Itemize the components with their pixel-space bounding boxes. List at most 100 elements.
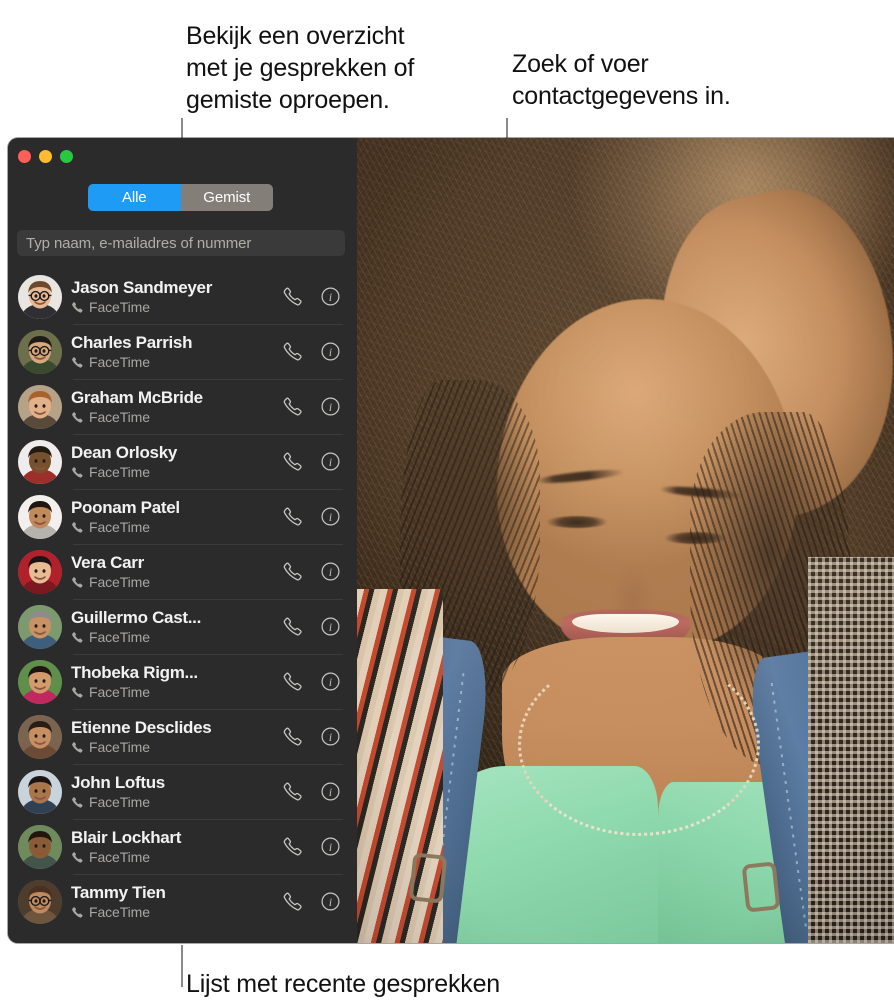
phone-handset-icon[interactable] — [282, 451, 303, 472]
contact-service: FaceTime — [71, 629, 282, 645]
phone-handset-icon[interactable] — [282, 616, 303, 637]
contact-row[interactable]: Etienne Desclides FaceTime i — [8, 709, 357, 764]
row-actions: i — [282, 561, 341, 582]
contact-name: Graham McBride — [71, 388, 203, 407]
info-circle-icon[interactable]: i — [320, 506, 341, 527]
contact-row[interactable]: Charles Parrish FaceTime i — [8, 324, 357, 379]
contact-name: Blair Lockhart — [71, 828, 182, 847]
phone-handset-icon[interactable] — [282, 671, 303, 692]
phone-handset-icon[interactable] — [282, 286, 303, 307]
segment-missed[interactable]: Gemist — [180, 184, 273, 211]
row-separator — [73, 324, 343, 325]
row-actions: i — [282, 836, 341, 857]
contact-details: Dean Orlosky FaceTime — [71, 443, 282, 480]
svg-text:i: i — [329, 732, 332, 744]
svg-text:i: i — [329, 347, 332, 359]
contact-name: Thobeka Rigm... — [71, 663, 198, 682]
recent-calls-list[interactable]: Jason Sandmeyer FaceTime i Charles Parri… — [8, 269, 357, 929]
phone-icon — [71, 301, 84, 314]
info-circle-icon[interactable]: i — [320, 891, 341, 912]
row-separator — [73, 764, 343, 765]
call-filter-segmented-control[interactable]: Alle Gemist — [88, 184, 273, 211]
service-label: FaceTime — [89, 849, 150, 865]
contact-row[interactable]: Jason Sandmeyer FaceTime i — [8, 269, 357, 324]
phone-icon — [71, 356, 84, 369]
contact-row[interactable]: Vera Carr FaceTime i — [8, 544, 357, 599]
contact-name: Vera Carr — [71, 553, 144, 572]
segment-all[interactable]: Alle — [88, 184, 181, 211]
facetime-video-preview[interactable] — [357, 138, 894, 943]
row-separator — [73, 544, 343, 545]
contact-name: Tammy Tien — [71, 883, 166, 902]
svg-text:i: i — [329, 787, 332, 799]
info-circle-icon[interactable]: i — [320, 396, 341, 417]
info-circle-icon[interactable]: i — [320, 561, 341, 582]
contact-service: FaceTime — [71, 519, 282, 535]
info-circle-icon[interactable]: i — [320, 726, 341, 747]
phone-icon — [71, 521, 84, 534]
contact-details: Poonam Patel FaceTime — [71, 498, 282, 535]
zoom-button[interactable] — [60, 150, 73, 163]
phone-handset-icon[interactable] — [282, 781, 303, 802]
contact-details: Charles Parrish FaceTime — [71, 333, 282, 370]
close-button[interactable] — [18, 150, 31, 163]
phone-handset-icon[interactable] — [282, 726, 303, 747]
phone-icon — [71, 631, 84, 644]
contact-row[interactable]: Poonam Patel FaceTime i — [8, 489, 357, 544]
info-circle-icon[interactable]: i — [320, 286, 341, 307]
svg-text:i: i — [329, 677, 332, 689]
avatar — [18, 714, 62, 759]
row-actions: i — [282, 451, 341, 472]
contact-details: Jason Sandmeyer FaceTime — [71, 278, 282, 315]
contact-name: Guillermo Cast... — [71, 608, 201, 627]
info-circle-icon[interactable]: i — [320, 616, 341, 637]
svg-text:i: i — [329, 402, 332, 414]
row-separator — [73, 269, 343, 270]
info-circle-icon[interactable]: i — [320, 836, 341, 857]
contact-service: FaceTime — [71, 299, 282, 315]
phone-icon — [71, 796, 84, 809]
contact-row[interactable]: Thobeka Rigm... FaceTime i — [8, 654, 357, 709]
row-actions: i — [282, 781, 341, 802]
search-input[interactable]: Typ naam, e-mailadres of nummer — [17, 230, 345, 256]
phone-handset-icon[interactable] — [282, 341, 303, 362]
avatar — [18, 439, 62, 484]
avatar — [18, 769, 62, 814]
minimize-button[interactable] — [39, 150, 52, 163]
avatar — [18, 824, 62, 869]
info-circle-icon[interactable]: i — [320, 781, 341, 802]
contact-service: FaceTime — [71, 794, 282, 810]
phone-icon — [71, 906, 84, 919]
callout-text-overview: Bekijk een overzicht met je gesprekken o… — [186, 22, 415, 114]
info-circle-icon[interactable]: i — [320, 451, 341, 472]
info-circle-icon[interactable]: i — [320, 671, 341, 692]
avatar — [18, 549, 62, 594]
phone-handset-icon[interactable] — [282, 396, 303, 417]
phone-handset-icon[interactable] — [282, 561, 303, 582]
window-controls — [18, 150, 73, 163]
contact-name: Charles Parrish — [71, 333, 193, 352]
service-label: FaceTime — [89, 574, 150, 590]
contact-row[interactable]: Blair Lockhart FaceTime i — [8, 819, 357, 874]
video-color-grade — [357, 138, 894, 943]
sidebar: Alle Gemist Typ naam, e-mailadres of num… — [8, 138, 357, 943]
contact-row[interactable]: John Loftus FaceTime i — [8, 764, 357, 819]
contact-row[interactable]: Graham McBride FaceTime i — [8, 379, 357, 434]
avatar — [18, 274, 62, 319]
row-separator — [73, 654, 343, 655]
contact-row[interactable]: Dean Orlosky FaceTime i — [8, 434, 357, 489]
phone-handset-icon[interactable] — [282, 506, 303, 527]
contact-details: Tammy Tien FaceTime — [71, 883, 282, 920]
info-circle-icon[interactable]: i — [320, 341, 341, 362]
svg-text:i: i — [329, 567, 332, 579]
contact-row[interactable]: Guillermo Cast... FaceTime i — [8, 599, 357, 654]
avatar — [18, 329, 62, 374]
contact-row[interactable]: Tammy Tien FaceTime i — [8, 874, 357, 929]
contact-name: Etienne Desclides — [71, 718, 212, 737]
phone-handset-icon[interactable] — [282, 836, 303, 857]
row-actions: i — [282, 341, 341, 362]
contact-name: Dean Orlosky — [71, 443, 178, 462]
phone-handset-icon[interactable] — [282, 891, 303, 912]
search-placeholder: Typ naam, e-mailadres of nummer — [26, 234, 252, 252]
row-separator — [73, 599, 343, 600]
